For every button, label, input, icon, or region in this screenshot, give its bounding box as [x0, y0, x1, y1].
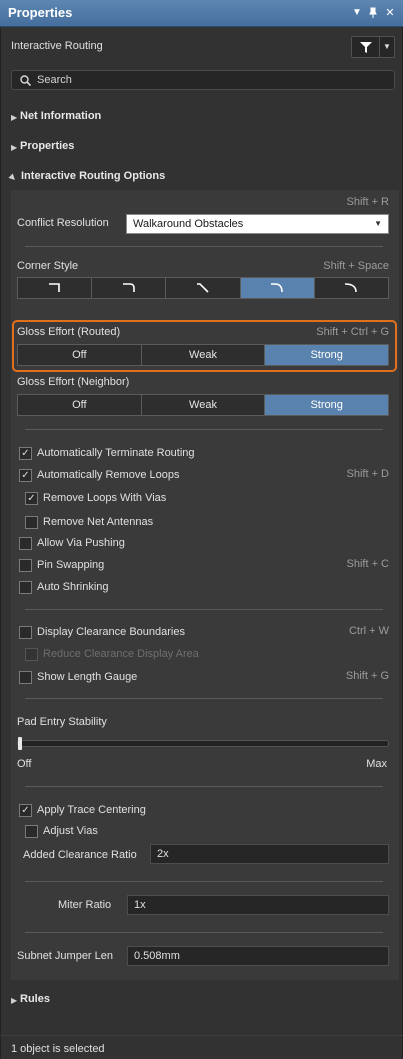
gloss-neighbor-weak-button[interactable]: Weak: [141, 395, 266, 415]
filter-icon: [360, 42, 372, 53]
gloss-routed-strong-button[interactable]: Strong: [265, 345, 389, 365]
pad-entry-stability-thumb[interactable]: [18, 737, 22, 750]
adjust-vias-label: Adjust Vias: [43, 825, 98, 837]
status-divider: [0, 1035, 403, 1036]
apply-trace-centering-checkbox[interactable]: ✓: [19, 804, 32, 817]
corner-style-label: Corner Style: [17, 260, 79, 272]
close-icon[interactable]: ✕: [384, 6, 396, 19]
miter-ratio-label: Miter Ratio: [58, 899, 112, 911]
search-box[interactable]: Search: [11, 70, 395, 90]
added-clearance-input[interactable]: 2x: [150, 844, 389, 864]
remove-net-antennas-label: Remove Net Antennas: [43, 516, 154, 528]
corner-rounded-icon[interactable]: [240, 278, 315, 298]
section-properties[interactable]: Properties: [20, 140, 74, 152]
expand-arrow-icon[interactable]: ▶: [11, 113, 17, 122]
corner-style-shortcut: Shift + Space: [323, 260, 389, 272]
conflict-resolution-label: Conflict Resolution: [17, 217, 109, 229]
remove-loops-vias-checkbox[interactable]: ✓: [25, 492, 38, 505]
auto-terminate-label: Automatically Terminate Routing: [37, 447, 195, 459]
gloss-effort-routed-label: Gloss Effort (Routed): [17, 326, 121, 338]
corner-90-arc-icon[interactable]: [92, 278, 167, 298]
pad-entry-stability-label: Pad Entry Stability: [17, 716, 107, 728]
conflict-resolution-dropdown[interactable]: Walkaround Obstacles ▼: [126, 214, 389, 234]
pin-swapping-shortcut: Shift + C: [346, 558, 390, 570]
gloss-routed-weak-button[interactable]: Weak: [141, 345, 266, 365]
pad-entry-max-label: Max: [366, 758, 387, 770]
divider: [25, 429, 383, 430]
section-interactive-routing-options[interactable]: Interactive Routing Options: [21, 170, 165, 182]
pin-icon[interactable]: [367, 7, 379, 21]
divider: [25, 881, 383, 882]
search-icon: [20, 75, 31, 86]
section-net-information[interactable]: Net Information: [20, 110, 101, 122]
auto-shrinking-checkbox[interactable]: [19, 581, 32, 594]
conflict-shortcut: Shift + R: [346, 196, 390, 208]
auto-remove-loops-checkbox[interactable]: ✓: [19, 469, 32, 482]
divider: [25, 246, 383, 247]
gloss-effort-neighbor-label: Gloss Effort (Neighbor): [17, 376, 130, 388]
expand-arrow-icon[interactable]: ▶: [11, 996, 17, 1005]
reduce-clearance-label: Reduce Clearance Display Area: [43, 648, 199, 660]
apply-trace-centering-label: Apply Trace Centering: [37, 804, 146, 816]
gloss-neighbor-off-button[interactable]: Off: [18, 395, 142, 415]
auto-remove-loops-label: Automatically Remove Loops: [37, 469, 180, 481]
corner-45-icon[interactable]: [166, 278, 241, 298]
pad-entry-stability-slider[interactable]: [17, 740, 389, 747]
remove-net-antennas-checkbox[interactable]: [25, 516, 38, 529]
corner-style-selector: [17, 277, 389, 299]
chevron-down-icon: ▼: [374, 219, 382, 228]
adjust-vias-checkbox[interactable]: [25, 825, 38, 838]
section-rules[interactable]: Rules: [20, 993, 50, 1005]
auto-remove-loops-shortcut: Shift + D: [346, 468, 390, 480]
auto-terminate-checkbox[interactable]: ✓: [19, 447, 32, 460]
filter-dropdown-icon[interactable]: ▼: [383, 42, 391, 51]
corner-90-icon[interactable]: [18, 278, 93, 298]
subnet-jumper-label: Subnet Jumper Len: [17, 950, 114, 962]
gloss-routed-off-button[interactable]: Off: [18, 345, 142, 365]
status-text: 1 object is selected: [11, 1043, 105, 1055]
added-clearance-label: Added Clearance Ratio: [23, 849, 137, 861]
divider: [25, 786, 383, 787]
object-type-label: Interactive Routing: [11, 40, 103, 52]
divider: [25, 698, 383, 699]
divider: [25, 932, 383, 933]
filter-button[interactable]: ▼: [351, 36, 395, 58]
title-bar: Properties ▼ ✕: [0, 0, 403, 27]
show-length-gauge-checkbox[interactable]: [19, 671, 32, 684]
display-clearance-label: Display Clearance Boundaries: [37, 626, 185, 638]
gloss-effort-routed-shortcut: Shift + Ctrl + G: [316, 326, 389, 338]
show-length-gauge-label: Show Length Gauge: [37, 671, 138, 683]
allow-via-pushing-checkbox[interactable]: [19, 537, 32, 550]
remove-loops-vias-label: Remove Loops With Vias: [43, 492, 167, 504]
gloss-effort-neighbor-selector: Off Weak Strong: [17, 394, 389, 416]
reduce-clearance-checkbox: [25, 648, 38, 661]
pin-swapping-label: Pin Swapping: [37, 559, 105, 571]
display-clearance-checkbox[interactable]: [19, 626, 32, 639]
gloss-effort-routed-selector: Off Weak Strong: [17, 344, 389, 366]
pin-swapping-checkbox[interactable]: [19, 559, 32, 572]
gloss-neighbor-strong-button[interactable]: Strong: [265, 395, 389, 415]
miter-ratio-input[interactable]: 1x: [127, 895, 389, 915]
display-clearance-shortcut: Ctrl + W: [348, 625, 389, 637]
corner-any-arc-icon[interactable]: [314, 278, 389, 298]
auto-shrinking-label: Auto Shrinking: [37, 581, 109, 593]
dropdown-icon[interactable]: ▼: [351, 7, 363, 18]
divider: [25, 609, 383, 610]
search-input[interactable]: Search: [37, 74, 72, 86]
conflict-resolution-value: Walkaround Obstacles: [133, 218, 244, 230]
pad-entry-min-label: Off: [17, 758, 32, 770]
expand-arrow-icon[interactable]: ▶: [11, 143, 17, 152]
allow-via-pushing-label: Allow Via Pushing: [37, 537, 125, 549]
panel-title: Properties: [8, 5, 73, 20]
show-length-gauge-shortcut: Shift + G: [345, 670, 389, 682]
subnet-jumper-input[interactable]: 0.508mm: [127, 946, 389, 966]
